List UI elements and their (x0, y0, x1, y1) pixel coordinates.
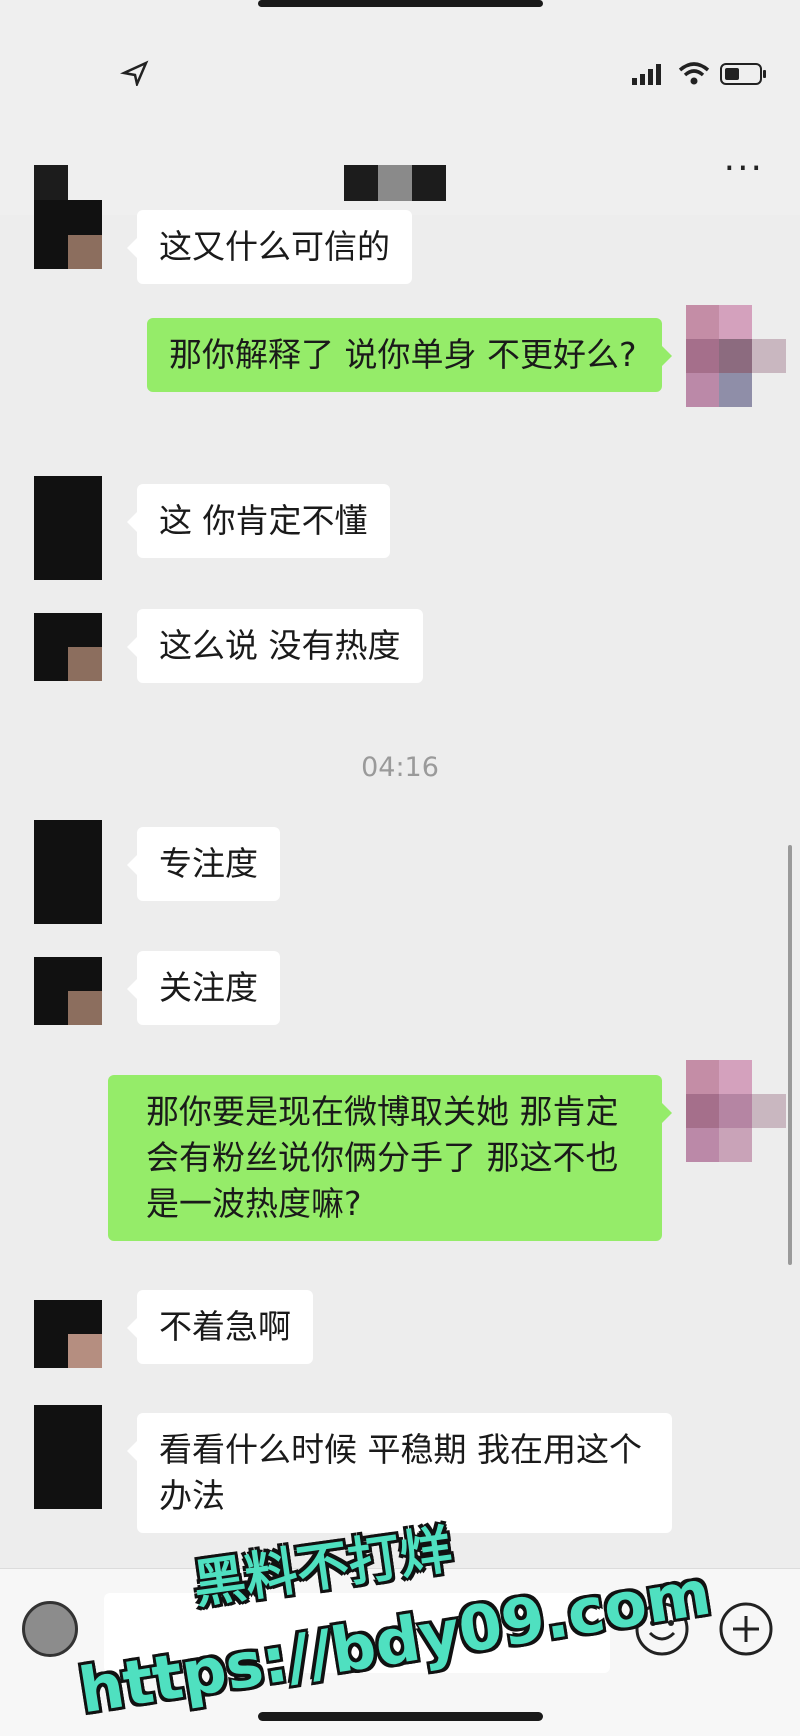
home-indicator-top (258, 0, 543, 7)
timestamp: 04:16 (361, 752, 439, 783)
contact-avatar[interactable] (34, 1300, 102, 1368)
contact-avatar[interactable] (34, 820, 102, 924)
signal-icon (632, 64, 661, 85)
contact-avatar[interactable] (34, 476, 102, 580)
scrollbar[interactable] (788, 845, 792, 1265)
contact-avatar[interactable] (34, 613, 102, 681)
self-avatar[interactable] (686, 1060, 786, 1164)
home-indicator (258, 1712, 543, 1721)
message-bubble[interactable]: 不着急啊 (127, 1290, 313, 1364)
message-bubble-sent[interactable]: 那你要是现在微博取关她 那肯定会有粉丝说你俩分手了 那这不也是一波热度嘛? (108, 1075, 672, 1241)
message-bubble[interactable]: 这又什么可信的 (127, 210, 412, 284)
status-icons (632, 62, 768, 86)
battery-icon (720, 63, 766, 85)
wifi-icon (678, 62, 710, 85)
message-bubble[interactable]: 关注度 (127, 951, 280, 1025)
message-bubble-sent[interactable]: 那你解释了 说你单身 不更好么? (147, 318, 672, 392)
message-bubble[interactable]: 这 你肯定不懂 (127, 484, 390, 558)
chat-title-pixelated (344, 165, 446, 201)
message-bubble[interactable]: 这么说 没有热度 (127, 609, 423, 683)
self-avatar[interactable] (686, 305, 786, 409)
contact-avatar[interactable] (34, 165, 102, 269)
contact-avatar[interactable] (34, 957, 102, 1025)
plus-icon[interactable] (718, 1601, 774, 1657)
location-icon (119, 60, 150, 93)
contact-avatar[interactable] (34, 1405, 102, 1509)
message-bubble[interactable]: 专注度 (127, 827, 280, 901)
voice-icon[interactable] (22, 1601, 78, 1657)
more-options-button[interactable]: ··· (724, 148, 764, 189)
